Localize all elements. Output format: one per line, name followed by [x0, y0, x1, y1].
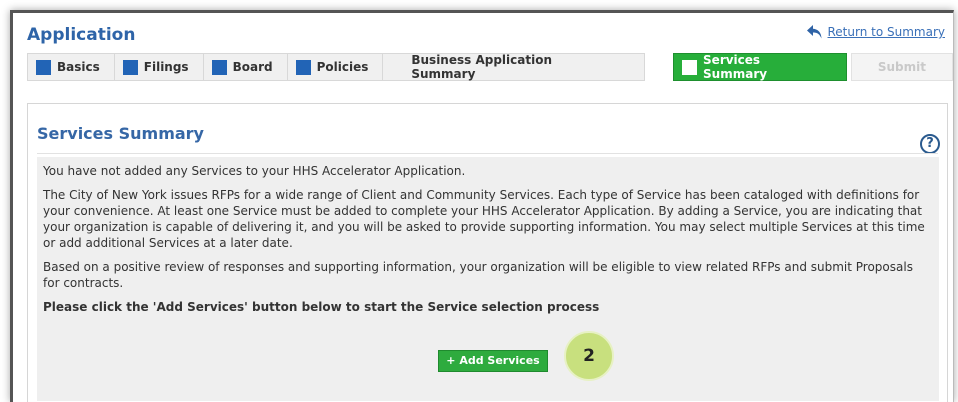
- tab-label: Basics: [57, 60, 100, 74]
- tab-status-square-icon: [295, 59, 311, 75]
- tab-status-square-icon: [122, 59, 138, 75]
- tab-status-square-icon: [682, 59, 698, 75]
- tab-status-square-icon: [36, 59, 51, 75]
- tab-policies[interactable]: Policies: [286, 53, 383, 81]
- no-services-message: You have not added any Services to your …: [43, 164, 466, 178]
- rfp-description: The City of New York issues RFPs for a w…: [43, 188, 925, 250]
- services-summary-content: You have not added any Services to your …: [37, 157, 939, 401]
- eligibility-description: Based on a positive review of responses …: [43, 260, 913, 290]
- tab-services-summary[interactable]: Services Summary: [673, 53, 847, 81]
- application-window: Application Return to Summary Basics Fil…: [10, 10, 954, 402]
- tab-basics[interactable]: Basics: [27, 53, 114, 81]
- add-services-instruction: Please click the 'Add Services' button b…: [43, 300, 600, 314]
- return-to-summary-link[interactable]: Return to Summary: [806, 24, 946, 40]
- application-tabs: Basics Filings Board Policies Business A…: [27, 53, 953, 81]
- step-number-badge: 2: [564, 331, 614, 381]
- help-icon[interactable]: ?: [920, 134, 940, 154]
- page-title: Application: [27, 25, 136, 45]
- return-to-summary-label: Return to Summary: [827, 25, 946, 39]
- tab-label: Business Application Summary: [411, 53, 552, 81]
- return-arrow-icon: [806, 24, 823, 40]
- services-summary-panel: Services Summary ? You have not added an…: [27, 103, 948, 402]
- tab-business-application-summary[interactable]: Business Application Summary: [382, 53, 646, 81]
- panel-title: Services Summary: [37, 124, 204, 143]
- tab-label: Submit: [877, 60, 926, 74]
- tab-label: Policies: [316, 60, 369, 74]
- tab-label: Services Summary: [703, 53, 768, 81]
- tab-submit: Submit: [850, 53, 953, 81]
- tab-status-square-icon: [211, 59, 227, 75]
- tab-label: Board: [232, 60, 273, 74]
- divider: [37, 153, 938, 154]
- add-services-button[interactable]: + Add Services: [438, 350, 548, 372]
- tab-filings[interactable]: Filings: [113, 53, 203, 81]
- tab-board[interactable]: Board: [202, 53, 287, 81]
- tab-label: Filings: [143, 60, 189, 74]
